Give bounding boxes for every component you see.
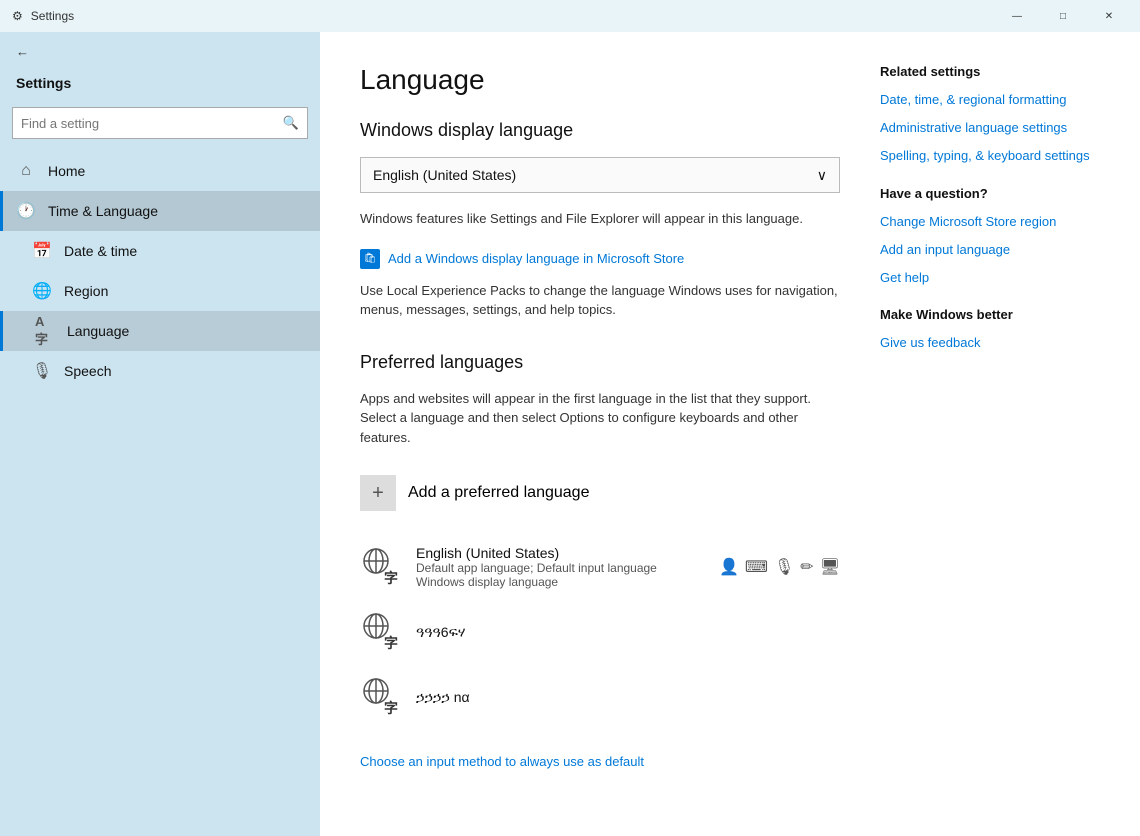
sidebar-item-home-label: Home	[48, 163, 85, 179]
home-icon: ⌂	[16, 161, 36, 181]
svg-text:字: 字	[384, 570, 398, 587]
input-method-link[interactable]: Choose an input method to always use as …	[360, 754, 644, 769]
sidebar-item-region[interactable]: 🌐 Region	[0, 271, 320, 311]
badge-keyboard-icon: ⌨	[745, 557, 768, 577]
sidebar-item-home[interactable]: ⌂ Home	[0, 151, 320, 191]
app-body: ← Settings 🔍 ⌂ Home 🕐 Time & Language 📅 …	[0, 32, 1140, 836]
search-icon: 🔍	[283, 115, 299, 131]
language-item-badges: 👤 ⌨ 🎙 ✏ 🖥	[719, 557, 840, 577]
svg-text:字: 字	[384, 700, 398, 717]
language-item-name-2: ዓዓዓ6ፍሃ	[416, 624, 840, 641]
display-language-desc: Windows features like Settings and File …	[360, 209, 840, 229]
related-link-datetime[interactable]: Date, time, & regional formatting	[880, 91, 1116, 109]
add-language-button[interactable]: + Add a preferred language	[360, 467, 840, 519]
badge-mic-icon: 🎙	[774, 557, 794, 577]
list-item[interactable]: 字 ኃኃኃኃ nα	[360, 665, 840, 730]
sidebar-app-title: Settings	[0, 67, 320, 103]
badge-display-icon: 🖥	[820, 557, 840, 577]
region-icon: 🌐	[32, 281, 52, 301]
preferred-languages-section: Preferred languages Apps and websites wi…	[360, 352, 840, 772]
dropdown-value: English (United States)	[373, 167, 516, 183]
settings-icon: ⚙	[12, 9, 23, 23]
language-item-icon-3: 字	[360, 675, 404, 719]
language-item-sub: Default app language; Default input lang…	[416, 561, 707, 575]
time-language-icon: 🕐	[16, 201, 36, 221]
store-icon: 🛍	[360, 249, 380, 269]
language-item-info-3: ኃኃኃኃ nα	[416, 689, 840, 706]
date-time-icon: 📅	[32, 241, 52, 261]
preferred-languages-title: Preferred languages	[360, 352, 840, 373]
sidebar-item-time-language[interactable]: 🕐 Time & Language	[0, 191, 320, 231]
content-right-sidebar: Related settings Date, time, & regional …	[880, 32, 1140, 836]
sidebar-item-speech[interactable]: 🎙 Speech	[0, 351, 320, 391]
related-settings-title: Related settings	[880, 64, 1116, 79]
titlebar-left: ⚙ Settings	[12, 9, 74, 23]
language-item-info-2: ዓዓዓ6ፍሃ	[416, 624, 840, 641]
display-language-dropdown[interactable]: English (United States) ∨	[360, 157, 840, 193]
titlebar: ⚙ Settings — □ ✕	[0, 0, 1140, 32]
sidebar: ← Settings 🔍 ⌂ Home 🕐 Time & Language 📅 …	[0, 32, 320, 836]
store-link-label: Add a Windows display language in Micros…	[388, 251, 684, 266]
language-item-icon: 字	[360, 545, 404, 589]
question-link-store[interactable]: Change Microsoft Store region	[880, 213, 1116, 231]
sidebar-item-language-label: Language	[67, 323, 129, 339]
sidebar-item-language[interactable]: A字 Language	[0, 311, 320, 351]
sidebar-item-region-label: Region	[64, 283, 108, 299]
display-language-title: Windows display language	[360, 120, 840, 141]
list-item[interactable]: 字 English (United States) Default app la…	[360, 535, 840, 600]
search-input[interactable]	[21, 116, 283, 131]
titlebar-controls: — □ ✕	[994, 0, 1132, 32]
minimize-button[interactable]: —	[994, 0, 1040, 32]
preferred-languages-desc: Apps and websites will appear in the fir…	[360, 389, 840, 448]
question-link-help[interactable]: Get help	[880, 269, 1116, 287]
content-area: Language Windows display language Englis…	[320, 32, 1140, 836]
feedback-link[interactable]: Give us feedback	[880, 334, 1116, 352]
close-button[interactable]: ✕	[1086, 0, 1132, 32]
badge-person-icon: 👤	[719, 557, 739, 577]
badge-handwriting-icon: ✏	[800, 557, 813, 577]
svg-text:字: 字	[384, 635, 398, 652]
related-link-admin[interactable]: Administrative language settings	[880, 119, 1116, 137]
add-language-label: Add a preferred language	[408, 484, 589, 502]
plus-icon: +	[360, 475, 396, 511]
sidebar-item-date-label: Date & time	[64, 243, 137, 259]
titlebar-title: Settings	[31, 9, 74, 23]
related-link-spelling[interactable]: Spelling, typing, & keyboard settings	[880, 147, 1116, 165]
list-item[interactable]: 字 ዓዓዓ6ፍሃ	[360, 600, 840, 665]
store-desc: Use Local Experience Packs to change the…	[360, 281, 840, 320]
speech-icon: 🎙	[32, 361, 52, 381]
language-item-info: English (United States) Default app lang…	[416, 545, 707, 589]
back-icon: ←	[16, 44, 29, 59]
language-item-sub2: Windows display language	[416, 575, 707, 589]
page-title: Language	[360, 64, 840, 96]
sidebar-item-speech-label: Speech	[64, 363, 111, 379]
make-better-title: Make Windows better	[880, 307, 1116, 322]
maximize-button[interactable]: □	[1040, 0, 1086, 32]
sidebar-item-time-label: Time & Language	[48, 203, 158, 219]
sidebar-item-date-time[interactable]: 📅 Date & time	[0, 231, 320, 271]
language-item-icon-2: 字	[360, 610, 404, 654]
have-question-title: Have a question?	[880, 186, 1116, 201]
chevron-down-icon: ∨	[817, 167, 827, 184]
store-link[interactable]: 🛍 Add a Windows display language in Micr…	[360, 249, 840, 269]
content-main: Language Windows display language Englis…	[320, 32, 880, 836]
language-icon: A字	[35, 321, 55, 341]
question-link-input[interactable]: Add an input language	[880, 241, 1116, 259]
back-button[interactable]: ←	[0, 36, 320, 67]
search-box[interactable]: 🔍	[12, 107, 308, 139]
language-item-name-3: ኃኃኃኃ nα	[416, 689, 840, 706]
language-item-name: English (United States)	[416, 545, 707, 561]
sidebar-nav: ⌂ Home 🕐 Time & Language 📅 Date & time 🌐…	[0, 151, 320, 391]
